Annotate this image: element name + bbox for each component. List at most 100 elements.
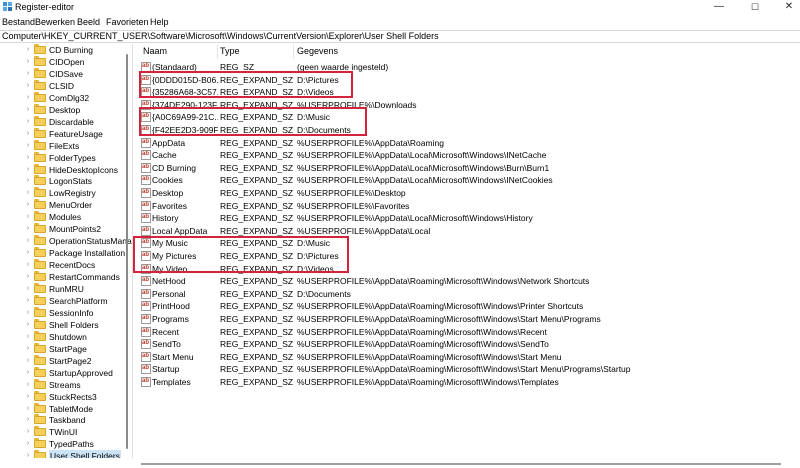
address-path[interactable]: Computer\HKEY_CURRENT_USER\Software\Micr… <box>2 31 439 42</box>
chevron-right-icon[interactable]: › <box>24 56 32 68</box>
column-header-data[interactable]: Gegevens <box>297 44 338 59</box>
chevron-right-icon[interactable]: › <box>24 235 32 247</box>
value-row[interactable]: ab Programs REG_EXPAND_SZ %USERPROFILE%\App… <box>137 313 800 325</box>
menu-bewerken[interactable]: Bewerken <box>35 17 75 28</box>
address-bar[interactable]: Computer\HKEY_CURRENT_USER\Software\Micr… <box>0 30 800 43</box>
chevron-right-icon[interactable]: › <box>24 379 32 391</box>
column-header-type[interactable]: Type <box>220 44 240 59</box>
chevron-right-icon[interactable]: › <box>24 44 32 56</box>
tree-item[interactable]: › User Shell Folders <box>0 450 132 458</box>
value-row[interactable]: ab History REG_EXPAND_SZ %USERPROFILE%\AppD… <box>137 212 800 224</box>
value-row[interactable]: ab Cookies REG_EXPAND_SZ %USERPROFILE%\AppD… <box>137 174 800 186</box>
tree-item[interactable]: › RecentDocs <box>0 259 132 271</box>
tree-item[interactable]: › Streams <box>0 378 132 391</box>
chevron-right-icon[interactable]: › <box>24 403 32 415</box>
tree-item[interactable]: › Desktop <box>0 103 132 116</box>
value-row[interactable]: ab Personal REG_EXPAND_SZ D:\Documents <box>137 288 800 300</box>
menu-favorieten[interactable]: Favorieten <box>106 17 149 28</box>
chevron-right-icon[interactable]: › <box>24 116 32 128</box>
menu-help[interactable]: Help <box>150 17 169 28</box>
tree-item[interactable]: › RunMRU <box>0 283 132 295</box>
value-row[interactable]: ab Recent REG_EXPAND_SZ %USERPROFILE%\AppDa… <box>137 326 800 338</box>
value-row[interactable]: ab SendTo REG_EXPAND_SZ %USERPROFILE%\AppDa… <box>137 338 800 350</box>
tree-item[interactable]: › ComDlg32 <box>0 91 132 104</box>
list-horizontal-scrollbar[interactable] <box>137 460 800 468</box>
menu-bestand[interactable]: Bestand <box>2 17 35 28</box>
tree-item[interactable]: › Taskband <box>0 414 132 426</box>
value-row[interactable]: ab Start Menu REG_EXPAND_SZ %USERPROFILE%\A… <box>137 351 800 363</box>
chevron-right-icon[interactable]: › <box>24 307 32 319</box>
tree-item[interactable]: › MountPoints2 <box>0 223 132 235</box>
chevron-right-icon[interactable]: › <box>24 164 32 176</box>
chevron-right-icon[interactable]: › <box>24 247 32 259</box>
tree-item[interactable]: › TypedPaths <box>0 438 132 450</box>
tree-item[interactable]: › RestartCommands <box>0 271 132 283</box>
tree-item[interactable]: › HideDesktopIcons <box>0 163 132 176</box>
tree-item[interactable]: › FolderTypes <box>0 151 132 164</box>
value-row[interactable]: ab Cache REG_EXPAND_SZ %USERPROFILE%\AppDat… <box>137 149 800 161</box>
tree-item[interactable]: › CIDSave <box>0 67 132 80</box>
chevron-right-icon[interactable]: › <box>24 92 32 104</box>
tree-item[interactable]: › StartPage2 <box>0 354 132 367</box>
chevron-right-icon[interactable]: › <box>24 211 32 223</box>
tree-item[interactable]: › MenuOrder <box>0 199 132 211</box>
value-row[interactable]: ab Favorites REG_EXPAND_SZ %USERPROFILE%\Fa… <box>137 200 800 212</box>
tree-item[interactable]: › Package Installation <box>0 247 132 259</box>
column-divider[interactable] <box>293 44 294 59</box>
menu-beeld[interactable]: Beeld <box>77 17 100 28</box>
chevron-right-icon[interactable]: › <box>24 438 32 450</box>
column-header-name[interactable]: Naam <box>143 44 167 59</box>
tree-item[interactable]: › TWinUI <box>0 426 132 438</box>
tree-item[interactable]: › Discardable <box>0 115 132 128</box>
chevron-right-icon[interactable]: › <box>24 187 32 199</box>
tree-item[interactable]: › Shell Folders <box>0 318 132 331</box>
chevron-right-icon[interactable]: › <box>24 355 32 367</box>
chevron-right-icon[interactable]: › <box>24 175 32 187</box>
tree-item[interactable]: › CIDOpen <box>0 55 132 68</box>
tree-item[interactable]: › LowRegistry <box>0 187 132 199</box>
chevron-right-icon[interactable]: › <box>24 68 32 80</box>
tree-item[interactable]: › FeatureUsage <box>0 127 132 140</box>
value-row[interactable]: ab Templates REG_EXPAND_SZ %USERPROFILE%\Ap… <box>137 376 800 388</box>
tree-scrollbar[interactable] <box>123 44 131 458</box>
chevron-right-icon[interactable]: › <box>24 343 32 355</box>
tree-item[interactable]: › StartupApproved <box>0 366 132 379</box>
minimize-button[interactable]: — <box>704 0 734 14</box>
chevron-right-icon[interactable]: › <box>24 414 32 426</box>
value-row[interactable]: ab Desktop REG_EXPAND_SZ %USERPROFILE%\Desk… <box>137 187 800 199</box>
value-row[interactable]: ab Startup REG_EXPAND_SZ %USERPROFILE%\AppD… <box>137 363 800 375</box>
column-divider[interactable] <box>217 44 218 59</box>
chevron-right-icon[interactable]: › <box>24 104 32 116</box>
tree-item[interactable]: › FileExts <box>0 139 132 152</box>
chevron-right-icon[interactable]: › <box>24 331 32 343</box>
tree-item[interactable]: › OperationStatusMana <box>0 235 132 247</box>
tree-item[interactable]: › StartPage <box>0 342 132 355</box>
value-row[interactable]: ab Local AppData REG_EXPAND_SZ %USERPROFILE… <box>137 225 800 237</box>
chevron-right-icon[interactable]: › <box>24 128 32 140</box>
tree-item[interactable]: › CD Burning <box>0 44 132 56</box>
tree-item[interactable]: › Modules <box>0 211 132 223</box>
chevron-right-icon[interactable]: › <box>24 199 32 211</box>
tree-item[interactable]: › LogonStats <box>0 175 132 187</box>
chevron-right-icon[interactable]: › <box>24 283 32 295</box>
list-scrollbar-thumb[interactable] <box>141 463 781 465</box>
value-row[interactable]: ab AppData REG_EXPAND_SZ %USERPROFILE%\AppD… <box>137 137 800 149</box>
chevron-right-icon[interactable]: › <box>24 319 32 331</box>
chevron-right-icon[interactable]: › <box>24 223 32 235</box>
tree-item[interactable]: › TabletMode <box>0 402 132 415</box>
chevron-right-icon[interactable]: › <box>24 295 32 307</box>
chevron-right-icon[interactable]: › <box>24 450 32 458</box>
tree-item[interactable]: › StuckRects3 <box>0 390 132 403</box>
tree-item[interactable]: › CLSID <box>0 79 132 92</box>
tree-item[interactable]: › Shutdown <box>0 330 132 343</box>
chevron-right-icon[interactable]: › <box>24 426 32 438</box>
chevron-right-icon[interactable]: › <box>24 140 32 152</box>
tree-item[interactable]: › SessionInfo <box>0 306 132 319</box>
chevron-right-icon[interactable]: › <box>24 80 32 92</box>
chevron-right-icon[interactable]: › <box>24 271 32 283</box>
chevron-right-icon[interactable]: › <box>24 367 32 379</box>
tree-item[interactable]: › SearchPlatform <box>0 294 132 307</box>
value-row[interactable]: ab CD Burning REG_EXPAND_SZ %USERPROFILE%\A… <box>137 162 800 174</box>
maximize-button[interactable]: ☐ <box>740 0 770 14</box>
chevron-right-icon[interactable]: › <box>24 259 32 271</box>
